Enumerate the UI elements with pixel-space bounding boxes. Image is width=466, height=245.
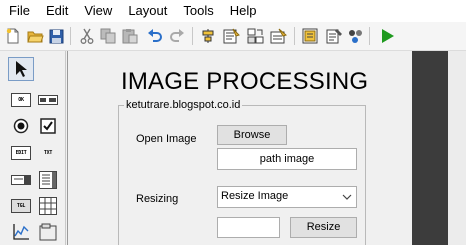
run-figure-icon[interactable] bbox=[377, 26, 397, 46]
menu-help[interactable]: Help bbox=[222, 0, 265, 22]
open-image-label: Open Image bbox=[136, 133, 197, 145]
menu-view[interactable]: View bbox=[76, 0, 120, 22]
slider-tool[interactable] bbox=[35, 88, 61, 112]
static-text-icon: TXT bbox=[43, 150, 53, 156]
resize-button[interactable]: Resize bbox=[290, 217, 357, 238]
component-palette: OK EDIT TXT TGL bbox=[0, 51, 66, 245]
m-file-editor-icon[interactable] bbox=[300, 26, 320, 46]
canvas-border-area bbox=[448, 51, 466, 245]
table-tool[interactable] bbox=[35, 194, 61, 218]
path-image-field[interactable]: path image bbox=[217, 148, 357, 170]
push-button-icon: OK bbox=[11, 93, 31, 107]
edit-text-tool[interactable]: EDIT bbox=[8, 141, 34, 165]
copy-icon[interactable] bbox=[98, 26, 118, 46]
menu-file[interactable]: File bbox=[0, 0, 38, 22]
radio-button-tool[interactable] bbox=[8, 114, 34, 138]
figure-title[interactable]: IMAGE PROCESSING bbox=[121, 68, 371, 96]
menu-bar: File Edit View Layout Tools Help bbox=[0, 0, 466, 22]
menu-tools[interactable]: Tools bbox=[175, 0, 221, 22]
popup-menu-tool[interactable] bbox=[8, 168, 34, 192]
slider-icon bbox=[38, 95, 58, 105]
radio-button-icon bbox=[13, 118, 29, 134]
resizing-label: Resizing bbox=[136, 193, 179, 205]
resize-value-input[interactable] bbox=[217, 217, 280, 238]
property-inspector-icon[interactable] bbox=[324, 26, 344, 46]
panel-tool[interactable] bbox=[35, 220, 61, 244]
listbox-tool[interactable] bbox=[35, 168, 61, 192]
popup-menu-icon bbox=[11, 175, 31, 185]
open-folder-icon[interactable] bbox=[25, 26, 45, 46]
checkbox-icon bbox=[40, 118, 56, 134]
panel-icon bbox=[39, 223, 57, 241]
toggle-button-icon: TGL bbox=[11, 199, 31, 213]
edit-text-icon: EDIT bbox=[11, 146, 31, 160]
toggle-button-tool[interactable]: TGL bbox=[8, 194, 34, 218]
toolbar-editor-icon[interactable] bbox=[268, 26, 288, 46]
table-icon bbox=[39, 197, 57, 215]
paste-icon[interactable] bbox=[120, 26, 140, 46]
menu-editor-icon[interactable] bbox=[221, 26, 241, 46]
tab-order-editor-icon[interactable] bbox=[245, 26, 265, 46]
resize-dropdown-value: Resize Image bbox=[221, 190, 289, 202]
layout-canvas[interactable]: IMAGE PROCESSING ketutrare.blogspot.co.i… bbox=[67, 51, 412, 245]
redo-icon[interactable] bbox=[167, 26, 187, 46]
arrow-pointer-icon bbox=[16, 61, 27, 77]
resize-dropdown[interactable]: Resize Image bbox=[217, 186, 357, 208]
canvas-shadow bbox=[412, 51, 448, 245]
static-text-tool[interactable]: TXT bbox=[35, 141, 61, 165]
listbox-icon bbox=[39, 171, 57, 189]
main-panel[interactable]: ketutrare.blogspot.co.id Open Image Brow… bbox=[118, 99, 366, 245]
new-file-icon[interactable] bbox=[3, 26, 23, 46]
save-icon[interactable] bbox=[46, 26, 66, 46]
panel-title: ketutrare.blogspot.co.id bbox=[124, 99, 243, 112]
cut-icon[interactable] bbox=[77, 26, 97, 46]
browse-button[interactable]: Browse bbox=[217, 125, 287, 145]
menu-layout[interactable]: Layout bbox=[120, 0, 175, 22]
push-button-tool[interactable]: OK bbox=[8, 88, 34, 112]
axes-icon bbox=[13, 224, 29, 240]
align-objects-icon[interactable] bbox=[198, 26, 218, 46]
toolbar bbox=[0, 22, 466, 51]
chevron-down-icon[interactable] bbox=[338, 187, 356, 207]
axes-tool[interactable] bbox=[8, 220, 34, 244]
menu-edit[interactable]: Edit bbox=[38, 0, 76, 22]
object-browser-icon[interactable] bbox=[345, 26, 365, 46]
select-tool[interactable] bbox=[8, 57, 34, 81]
checkbox-tool[interactable] bbox=[35, 114, 61, 138]
undo-icon[interactable] bbox=[145, 26, 165, 46]
